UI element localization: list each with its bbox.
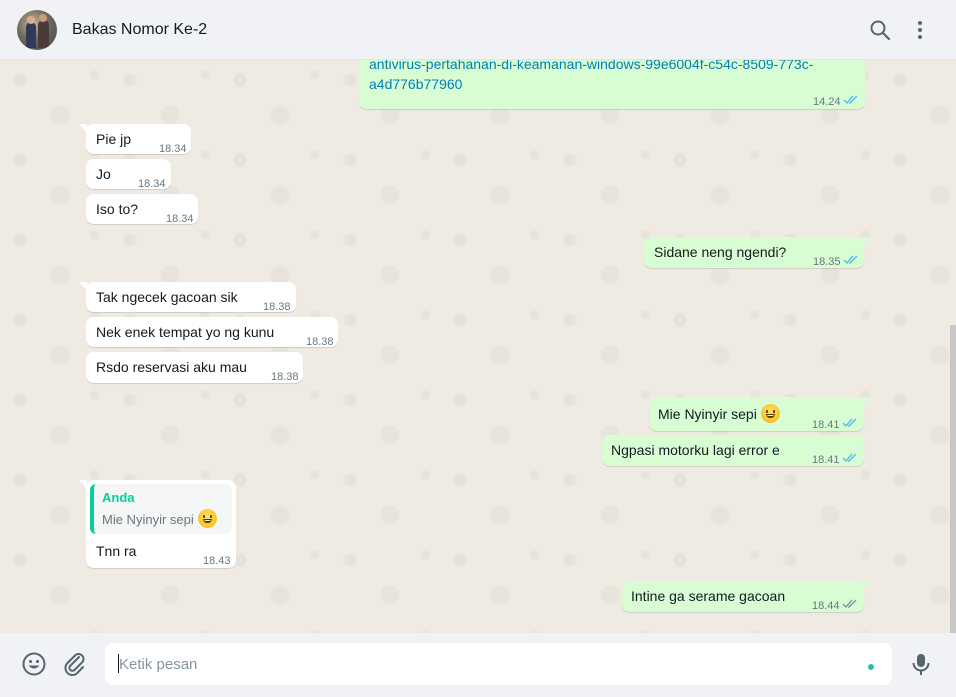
message-time: 18.41 (812, 454, 840, 466)
message-text: Nek enek tempat yo ng kunu (96, 324, 275, 340)
message-bubble-incoming[interactable]: Nek enek tempat yo ng kunu 18.38 (86, 317, 338, 348)
message-bubble-outgoing[interactable]: Intine ga serame gacoan 18.44 (622, 581, 871, 612)
message-time: 18.38 (306, 336, 334, 348)
message-link-text: antivirus-pertahanan-di-keamanan-windows… (369, 60, 814, 92)
message-text: Tnn ra (96, 543, 137, 559)
message-text: Jo (96, 166, 111, 182)
message-text: Rsdo reservasi aku mau (96, 359, 247, 375)
grinning-face-emoji (197, 509, 217, 528)
message-time: 14.24 (813, 96, 841, 108)
message-list[interactable]: antivirus-pertahanan-di-keamanan-windows… (0, 60, 956, 633)
message-input[interactable] (119, 653, 849, 675)
message-text: Pie jp (96, 131, 132, 147)
composer-bar (0, 633, 956, 697)
menu-icon[interactable] (908, 18, 932, 42)
quoted-text: Mie Nyinyir sepi (102, 512, 194, 527)
paperclip-icon[interactable] (62, 651, 88, 677)
message-text: Ngpasi motorku lagi error e (611, 442, 780, 458)
quoted-author: Anda (102, 490, 135, 505)
chat-header: Bakas Nomor Ke-2 (0, 0, 956, 60)
message-time: 18.38 (263, 301, 291, 313)
text-caret (118, 654, 119, 673)
message-bubble-outgoing[interactable]: Ngpasi motorku lagi error e 18.41 (602, 435, 864, 466)
quoted-message[interactable]: Anda Mie Nyinyir sepi (90, 484, 232, 534)
message-input-box[interactable] (105, 643, 892, 685)
message-time: 18.35 (813, 256, 841, 268)
message-bubble-incoming[interactable]: Jo 18.34 (86, 159, 171, 190)
message-text: Mie Nyinyir sepi (658, 406, 757, 422)
message-text: Intine ga serame gacoan (631, 588, 786, 604)
message-text-with-emoji: Mie Nyinyir sepi (658, 404, 780, 424)
scrollbar[interactable] (950, 325, 956, 633)
read-ticks-icon (842, 418, 857, 428)
delivered-ticks-icon (842, 599, 857, 609)
message-text: Tak ngecek gacoan sik (96, 289, 238, 305)
read-ticks-icon (843, 95, 858, 105)
message-bubble-incoming[interactable]: Rsdo reservasi aku mau 18.38 (86, 352, 303, 383)
read-ticks-icon (843, 255, 858, 265)
message-bubble-outgoing[interactable]: Mie Nyinyir sepi 18.41 (649, 397, 871, 431)
message-time: 18.34 (166, 213, 194, 225)
message-text: Sidane neng ngendi? (654, 244, 787, 260)
message-time: 18.34 (159, 143, 187, 155)
message-time: 18.41 (812, 419, 840, 431)
message-bubble-incoming-reply[interactable]: Anda Mie Nyinyir sepi Tnn ra 18.43 (79, 480, 236, 568)
message-bubble-incoming[interactable]: Iso to? 18.34 (86, 194, 198, 225)
grammar-indicator-dot (868, 664, 874, 670)
message-bubble-outgoing[interactable]: antivirus-pertahanan-di-keamanan-windows… (359, 60, 865, 109)
message-time: 18.44 (812, 600, 840, 612)
quoted-text-with-emoji: Mie Nyinyir sepi (102, 509, 217, 529)
message-link[interactable]: antivirus-pertahanan-di-keamanan-windows… (369, 60, 839, 94)
message-bubble-incoming[interactable]: Tak ngecek gacoan sik 18.38 (79, 282, 296, 313)
microphone-icon[interactable] (908, 651, 934, 677)
message-time: 18.38 (271, 371, 299, 383)
contact-avatar[interactable] (17, 10, 57, 50)
message-time: 18.34 (138, 178, 166, 190)
grinning-face-emoji (760, 404, 780, 423)
message-bubble-outgoing[interactable]: Sidane neng ngendi? 18.35 (644, 237, 871, 268)
message-text: Iso to? (96, 201, 139, 217)
chat-title[interactable]: Bakas Nomor Ke-2 (72, 21, 207, 39)
message-time: 18.43 (203, 555, 231, 567)
search-icon[interactable] (868, 18, 892, 42)
emoji-icon[interactable] (21, 651, 47, 677)
message-bubble-incoming[interactable]: Pie jp 18.34 (79, 124, 191, 155)
read-ticks-icon (842, 453, 857, 463)
